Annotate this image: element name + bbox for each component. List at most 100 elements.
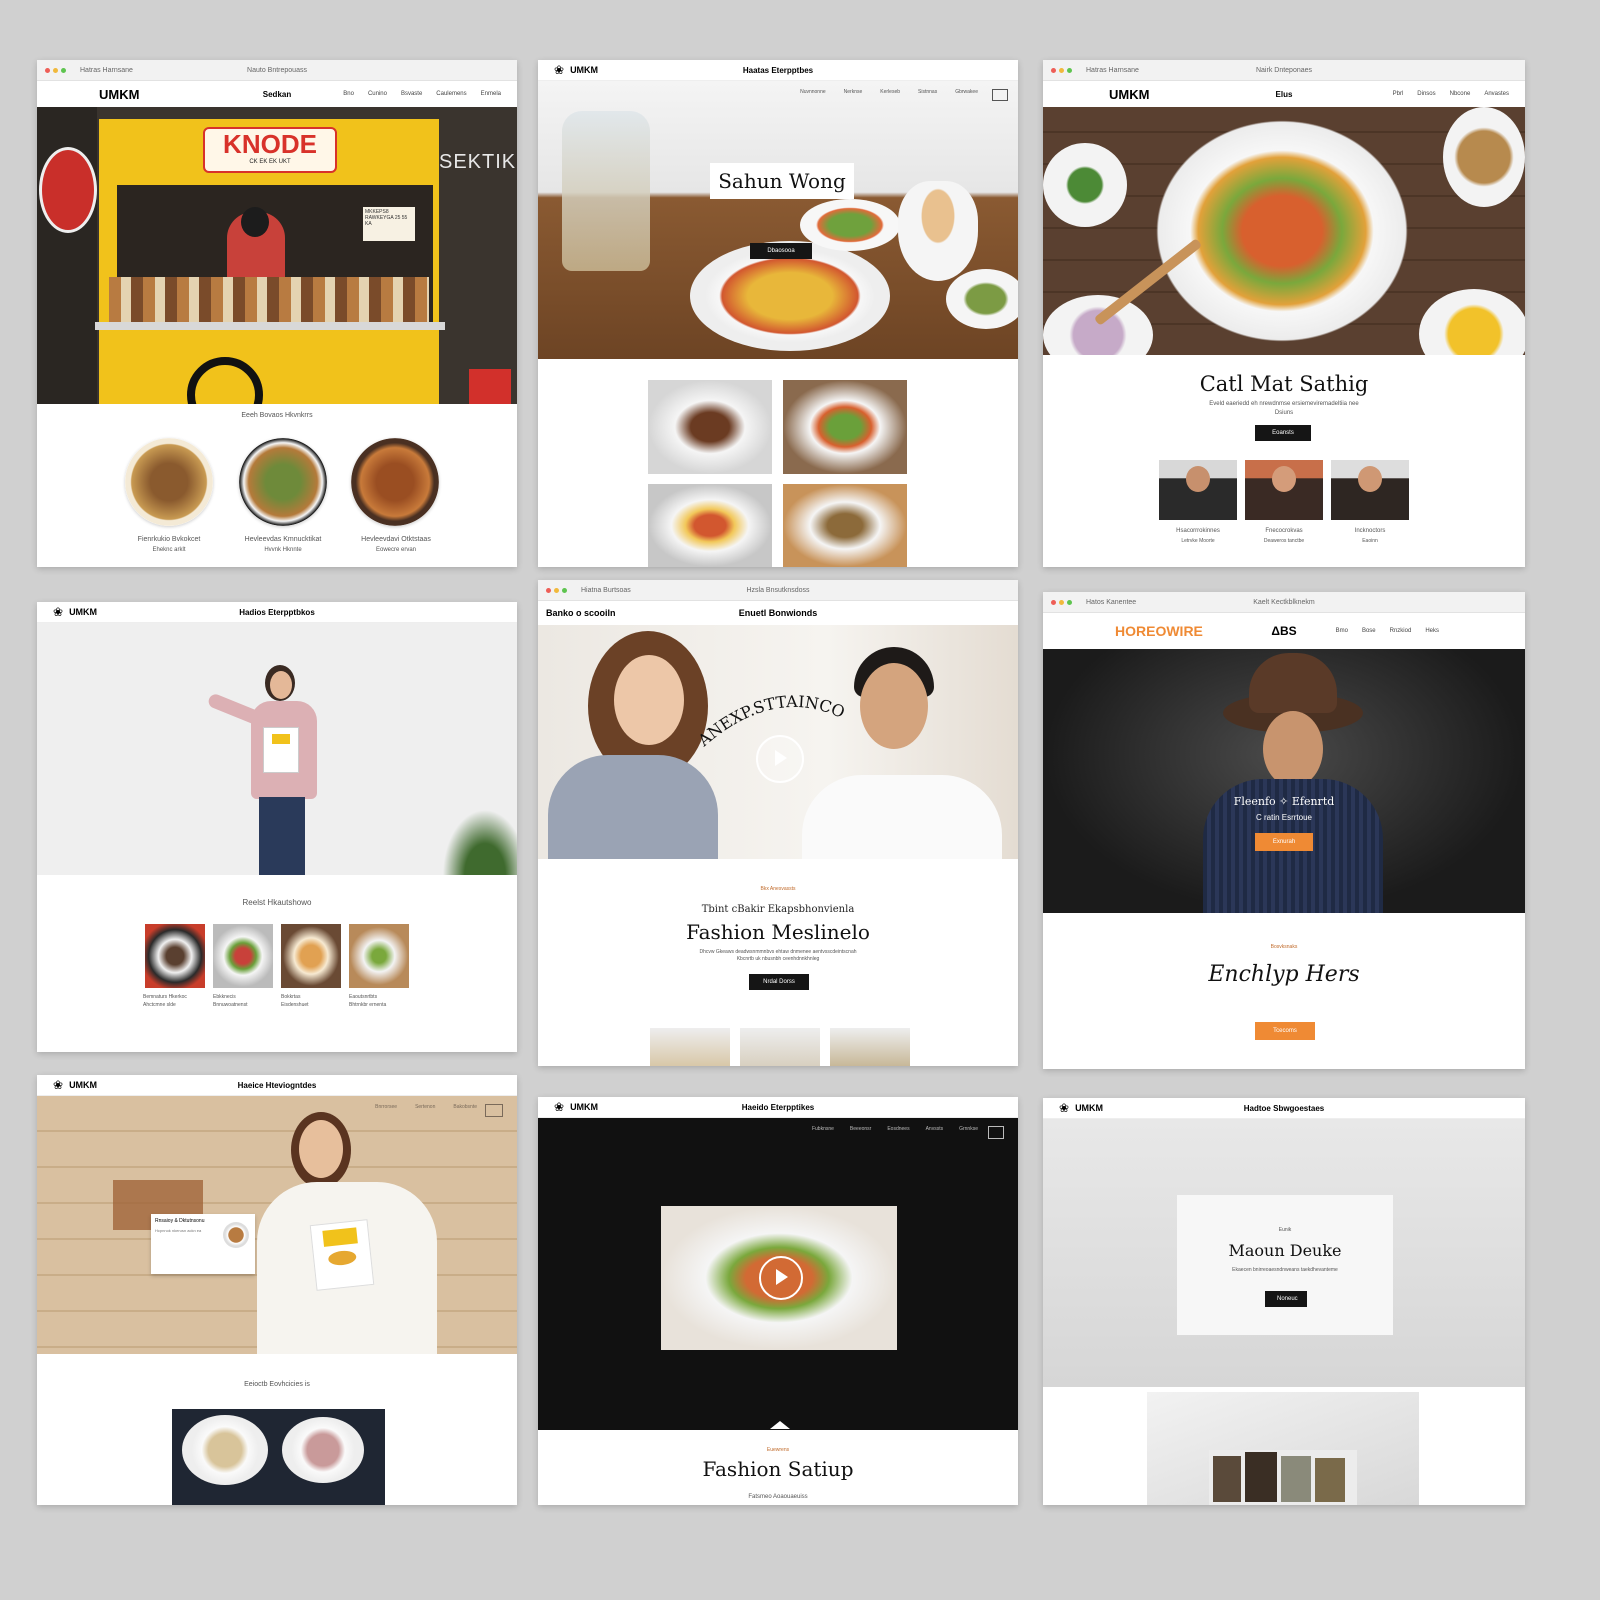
play-icon[interactable] bbox=[759, 1256, 803, 1300]
intro-card: Eunik Maoun Deuke Ekaecen bnirreoaesndnw… bbox=[1177, 1195, 1393, 1335]
logo-icon: ❀ bbox=[53, 605, 64, 619]
site-title: Haeido Eterpptikes bbox=[741, 1102, 815, 1112]
nav-link[interactable]: Nerknse bbox=[844, 89, 863, 95]
nav-link[interactable]: Fubknsne bbox=[812, 1126, 834, 1132]
menu-board: MKKEPS8 RAWKEYGA 25 55 KA bbox=[363, 207, 415, 241]
vendor-head bbox=[241, 207, 269, 237]
nav-link[interactable]: Bakobsnte bbox=[453, 1104, 477, 1110]
browser-bar: Hatras Harnsane Nairk Dnteponaes bbox=[1043, 60, 1525, 81]
menu-icon[interactable] bbox=[988, 1126, 1004, 1139]
menu-icon[interactable] bbox=[992, 89, 1008, 101]
site-nav: ❀ UMKM Haatas Eterpptbes bbox=[538, 60, 1018, 81]
cta-button[interactable]: Noneuc bbox=[1265, 1291, 1307, 1307]
brand-logo[interactable]: Banko o scooiln bbox=[546, 608, 616, 618]
video-frame[interactable] bbox=[661, 1206, 897, 1350]
nav-link[interactable]: Rnzkiod bbox=[1390, 628, 1412, 634]
couple-hero: ANEXP.STTAINCO bbox=[538, 625, 1018, 859]
nav-link[interactable]: Bsvaste bbox=[401, 91, 422, 97]
table-photo[interactable] bbox=[172, 1409, 385, 1505]
side-bowl bbox=[800, 199, 900, 251]
cta-button[interactable]: Nrdal Dorss bbox=[749, 974, 809, 990]
person-photo[interactable] bbox=[1331, 460, 1409, 520]
nav-link[interactable]: Heks bbox=[1425, 628, 1439, 634]
nav-link[interactable]: Anvastes bbox=[1484, 91, 1509, 97]
product-thumb[interactable] bbox=[145, 924, 205, 988]
brand-logo[interactable]: UMKM bbox=[1109, 87, 1149, 102]
section-body: Dhcvw Gkeaws deadwsnmmnbvs ehtaw dnmenee… bbox=[699, 949, 857, 955]
person-photo[interactable] bbox=[1245, 460, 1323, 520]
site-nav: Banko o scooiln Enuetl Bonwionds bbox=[538, 601, 1018, 625]
gallery-image[interactable] bbox=[783, 380, 907, 474]
section-title: Fashion Meslinelo bbox=[686, 920, 870, 944]
nav-link[interactable]: Sertenon bbox=[415, 1104, 435, 1110]
person-photo[interactable] bbox=[1159, 460, 1237, 520]
gallery-image[interactable] bbox=[648, 380, 772, 474]
sign-title: KNODE bbox=[223, 129, 317, 159]
nav-link[interactable]: Pbrl bbox=[1393, 91, 1404, 97]
brand-logo[interactable]: HOREOWIRE bbox=[1115, 623, 1203, 639]
woman-face bbox=[614, 655, 684, 745]
preview-tile[interactable] bbox=[740, 1028, 820, 1066]
pastry-bowl bbox=[898, 181, 978, 281]
nav-link[interactable]: Caulemens bbox=[436, 91, 466, 97]
product-box bbox=[263, 727, 299, 773]
person-sub: Deaweros tanctbe bbox=[1263, 538, 1305, 544]
nav-link[interactable]: Beeeonsr bbox=[850, 1126, 871, 1132]
site-title: Hadios Eterpptbkos bbox=[239, 607, 315, 617]
dish-sub: Eheknc arklt bbox=[152, 547, 186, 553]
dish-card[interactable] bbox=[239, 438, 327, 526]
intro-sub: Ekaecen bnirreoaesndnweans taekdhevantem… bbox=[1232, 1267, 1338, 1273]
nav-link[interactable]: Nbcone bbox=[1450, 91, 1471, 97]
brand-logo[interactable]: UMKM bbox=[99, 87, 139, 102]
nav-link[interactable]: Nuvnnonne bbox=[800, 89, 826, 95]
person-name: Hsacorrrokinnes bbox=[1176, 528, 1220, 534]
product-thumb[interactable] bbox=[281, 924, 341, 988]
nav-link[interactable]: Kerleseb bbox=[880, 89, 900, 95]
dish-sub: Eowecre ervan bbox=[375, 547, 417, 553]
nav-link[interactable]: Bno bbox=[343, 91, 354, 97]
hero-button[interactable]: Dbaosooa bbox=[750, 243, 812, 259]
nav-link[interactable]: Bnrrorsee bbox=[375, 1104, 397, 1110]
gallery-image[interactable] bbox=[783, 484, 907, 567]
window-dots-icon bbox=[546, 587, 567, 593]
play-icon[interactable] bbox=[756, 735, 804, 783]
product-photo[interactable] bbox=[1147, 1392, 1419, 1505]
dish-card[interactable] bbox=[125, 438, 213, 526]
nav-link[interactable]: Cunino bbox=[368, 91, 387, 97]
nav-link[interactable]: Dinsos bbox=[1417, 91, 1435, 97]
gallery-image[interactable] bbox=[648, 484, 772, 567]
cta-button[interactable]: Eoansts bbox=[1255, 425, 1311, 441]
preview-tile[interactable] bbox=[830, 1028, 910, 1066]
product-thumb[interactable] bbox=[349, 924, 409, 988]
nav-link[interactable]: Grnnkse bbox=[959, 1126, 978, 1132]
brand-logo[interactable]: UMKM bbox=[69, 1080, 97, 1090]
site-title: Hadtoe Sbwgoestaes bbox=[1243, 1103, 1325, 1113]
cta-button[interactable]: Tcecoms bbox=[1255, 1022, 1315, 1040]
preview-tile[interactable] bbox=[650, 1028, 730, 1066]
brand-logo[interactable]: UMKM bbox=[69, 607, 97, 617]
nav-link[interactable]: Sistnnas bbox=[918, 89, 937, 95]
browser-url[interactable]: Hatras Harnsane bbox=[1086, 67, 1139, 74]
brand-logo[interactable]: UMKM bbox=[570, 65, 598, 75]
model-face bbox=[1263, 711, 1323, 787]
nav-link[interactable]: Eosdnees bbox=[887, 1126, 909, 1132]
browser-url[interactable]: Hatras Harnsane bbox=[80, 67, 133, 74]
nav-link[interactable]: Gbrwakee bbox=[955, 89, 978, 95]
browser-bar: Hiatna Burtsoas Hzsla Bnsutknsdoss bbox=[538, 580, 1018, 601]
cart-icon[interactable] bbox=[485, 1104, 503, 1117]
card-food-truck-page: Hatras Harnsane Nauto Bntrepouass UMKM S… bbox=[37, 60, 517, 567]
dish-card[interactable] bbox=[351, 438, 439, 526]
hero-title: Sahun Wong bbox=[718, 169, 846, 193]
site-nav: HOREOWIRE ΔBS Bmo Bose Rnzkiod Heks bbox=[1043, 613, 1525, 649]
nav-link[interactable]: Bose bbox=[1362, 628, 1376, 634]
nav-link[interactable]: Bmo bbox=[1336, 628, 1348, 634]
site-title: Haatas Eterpptbes bbox=[742, 65, 814, 75]
product-thumb[interactable] bbox=[213, 924, 273, 988]
browser-url[interactable]: Hatos Kanentee bbox=[1086, 599, 1136, 606]
brand-logo[interactable]: UMKM bbox=[1075, 1103, 1103, 1113]
hero-button[interactable]: Exnurah bbox=[1255, 833, 1313, 851]
browser-url[interactable]: Hiatna Burtsoas bbox=[581, 587, 631, 594]
nav-link[interactable]: Anvssts bbox=[926, 1126, 944, 1132]
brand-logo[interactable]: UMKM bbox=[570, 1102, 598, 1112]
nav-link[interactable]: Enmela bbox=[481, 91, 501, 97]
